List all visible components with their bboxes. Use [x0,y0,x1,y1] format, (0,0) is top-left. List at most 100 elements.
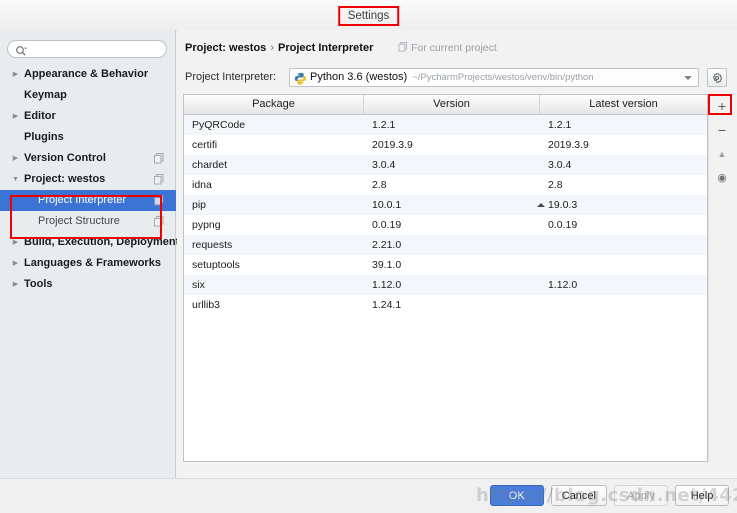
sidebar-item-label: Project Interpreter [38,194,127,206]
column-header-latest-version[interactable]: Latest version [540,95,707,114]
breadcrumb: Project: westos › Project Interpreter [185,42,373,54]
packages-table: Package Version Latest version PyQRCode … [183,94,708,462]
cell-version: 2.21.0 [372,239,402,251]
eye-icon: ◉ [717,172,727,184]
breadcrumb-separator: › [270,42,274,54]
table-row[interactable]: six 1.12.0 1.12.0 [184,275,707,295]
sidebar-item-label: Version Control [24,152,106,164]
table-row[interactable]: PyQRCode 1.2.1 1.2.1 [184,115,707,135]
table-row[interactable]: urllib3 1.24.1 [184,295,707,315]
sidebar-item-plugins[interactable]: Plugins [0,127,176,148]
project-scope-icon [154,195,164,206]
column-header-package[interactable]: Package [184,95,364,114]
interpreter-settings-gear-button[interactable] [707,68,727,87]
cell-latest-version: 1.2.1 [548,119,572,131]
sidebar-item-build-execution-deployment[interactable]: ▶ Build, Execution, Deployment [0,232,179,253]
cell-package: pypng [192,219,221,231]
window-titlebar: Settings [0,0,737,31]
column-header-version[interactable]: Version [364,95,540,114]
cell-latest-version: 19.0.3 [537,195,707,215]
settings-tree: ▶ Appearance & Behavior Keymap ▶ Editor … [0,64,179,295]
apply-button: Apply [614,485,668,506]
cell-version: 10.0.1 [372,199,402,211]
minus-icon: − [717,122,727,138]
cancel-button[interactable]: Cancel [550,485,607,506]
tree-arrow-placeholder [11,190,20,211]
project-interpreter-select[interactable]: Python 3.6 (westos) ~/PycharmProjects/wes… [289,68,699,87]
cell-latest-version: 3.0.4 [548,159,572,171]
search-icon [15,45,27,56]
dialog-buttons: OK Cancel Apply Help [489,485,729,506]
sidebar-item-editor[interactable]: ▶ Editor [0,106,176,127]
cell-package: PyQRCode [192,119,246,131]
show-early-releases-button[interactable]: ◉ [709,166,735,190]
tree-arrow-placeholder [11,211,20,232]
ok-button[interactable]: OK [489,485,544,506]
cell-latest-version: 2.8 [548,179,563,191]
sidebar-item-label: Plugins [24,131,64,143]
chevron-right-icon[interactable]: ▶ [11,106,20,127]
interpreter-name: Python 3.6 (westos) ~/PycharmProjects/wes… [310,71,594,83]
cell-version: 1.24.1 [372,299,402,311]
table-row[interactable]: pypng 0.0.19 0.0.19 [184,215,707,235]
project-scope-icon [398,41,408,55]
triangle-up-icon: ▲ [717,149,727,159]
for-current-project-note: For current project [398,41,497,55]
cell-version: 2.8 [372,179,387,191]
dialog-footer: OK Cancel Apply Help [0,478,737,513]
upgrade-available-icon [537,203,545,207]
settings-sidebar: ▶ Appearance & Behavior Keymap ▶ Editor … [0,30,179,478]
breadcrumb-page: Project Interpreter [277,42,374,54]
plus-icon: + [717,98,727,114]
cell-package: chardet [192,159,228,171]
cell-latest-version [540,255,707,275]
cell-latest-version: 0.0.19 [548,219,578,231]
cell-package: urllib3 [192,299,221,311]
breadcrumb-project[interactable]: Project: westos [185,42,266,54]
sidebar-item-label: Languages & Frameworks [24,257,161,269]
table-row[interactable]: setuptools 39.1.0 [184,255,707,275]
tree-arrow-placeholder [11,85,20,106]
project-scope-icon [154,174,164,185]
chevron-right-icon[interactable]: ▶ [11,232,20,253]
chevron-right-icon[interactable]: ▶ [11,64,20,85]
sidebar-item-project-westos[interactable]: ▼ Project: westos [0,169,176,190]
add-package-button[interactable]: + [709,94,735,118]
remove-package-button[interactable]: − [709,118,735,142]
table-row[interactable]: pip 10.0.1 19.0.3 [184,195,707,215]
window-title: Settings [337,6,400,26]
cell-package: pip [192,199,207,211]
sidebar-item-tools[interactable]: ▶ Tools [0,274,176,295]
table-row[interactable]: chardet 3.0.4 3.0.4 [184,155,707,175]
cell-latest-version: 1.12.0 [548,279,578,291]
cell-latest-version [540,235,707,255]
chevron-right-icon[interactable]: ▶ [11,253,20,274]
packages-table-header: Package Version Latest version [184,95,707,115]
help-button[interactable]: Help [675,485,729,506]
chevron-down-icon[interactable] [684,76,692,80]
table-row[interactable]: requests 2.21.0 [184,235,707,255]
chevron-right-icon[interactable]: ▶ [11,148,20,169]
sidebar-item-label: Project Structure [38,215,120,227]
sidebar-item-project-interpreter[interactable]: Project Interpreter [0,190,176,211]
sidebar-item-languages-frameworks[interactable]: ▶ Languages & Frameworks [0,253,176,274]
cell-package: requests [192,239,233,251]
sidebar-item-version-control[interactable]: ▶ Version Control [0,148,176,169]
search-input[interactable] [32,42,164,58]
table-row[interactable]: idna 2.8 2.8 [184,175,707,195]
chevron-right-icon[interactable]: ▶ [11,274,20,295]
sidebar-item-label: Project: westos [24,173,106,185]
sidebar-item-appearance-behavior[interactable]: ▶ Appearance & Behavior [0,64,176,85]
table-row[interactable]: certifi 2019.3.9 2019.3.9 [184,135,707,155]
settings-search-box[interactable] [7,40,167,58]
sidebar-item-label: Tools [24,278,53,290]
project-interpreter-label: Project Interpreter: [185,71,277,83]
python-icon [294,72,307,85]
chevron-down-icon[interactable]: ▼ [11,169,20,190]
project-scope-icon [154,153,164,164]
project-scope-icon [154,216,164,227]
sidebar-item-project-structure[interactable]: Project Structure [0,211,176,232]
upgrade-package-button[interactable]: ▲ [709,142,735,166]
sidebar-item-keymap[interactable]: Keymap [0,85,176,106]
interpreter-path: ~/PycharmProjects/westos/venv/bin/python [412,72,594,83]
